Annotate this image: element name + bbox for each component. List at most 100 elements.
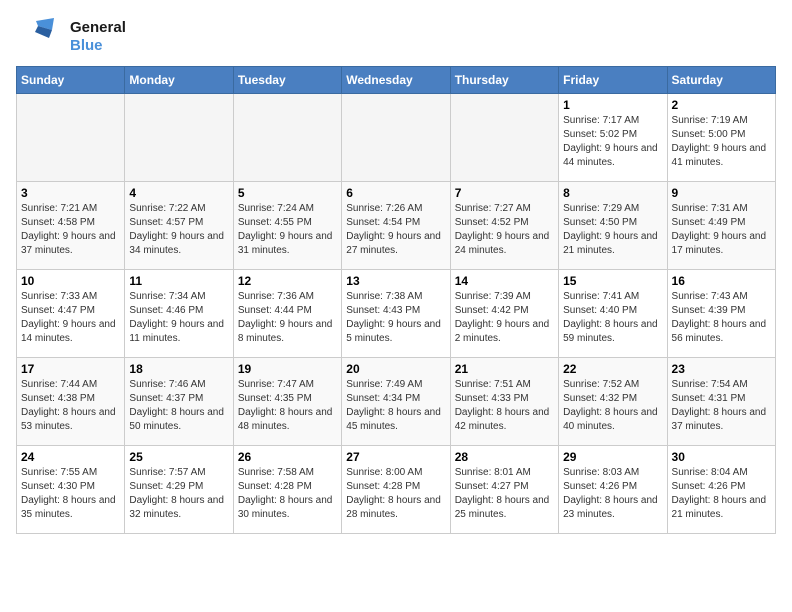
day-info: Sunrise: 7:34 AM Sunset: 4:46 PM Dayligh… — [129, 290, 228, 346]
day-number: 4 — [129, 186, 228, 200]
day-info: Sunrise: 7:58 AM Sunset: 4:28 PM Dayligh… — [238, 466, 337, 522]
calendar-header-tuesday: Tuesday — [233, 67, 341, 94]
calendar-week-1: 1 Sunrise: 7:17 AM Sunset: 5:02 PM Daylig… — [17, 94, 776, 182]
calendar-cell — [125, 94, 233, 182]
calendar-cell: 25 Sunrise: 7:57 AM Sunset: 4:29 PM Dayli… — [125, 446, 233, 534]
day-info: Sunrise: 7:43 AM Sunset: 4:39 PM Dayligh… — [672, 290, 771, 346]
calendar-cell: 8Sunrise: 7:29 AM Sunset: 4:50 PM Daylig… — [559, 182, 667, 270]
day-info: Sunrise: 7:36 AM Sunset: 4:44 PM Dayligh… — [238, 290, 337, 346]
calendar-cell: 18 Sunrise: 7:46 AM Sunset: 4:37 PM Dayli… — [125, 358, 233, 446]
day-number: 16 — [672, 274, 771, 288]
calendar-header-thursday: Thursday — [450, 67, 558, 94]
calendar-week-2: 3 Sunrise: 7:21 AM Sunset: 4:58 PM Daylig… — [17, 182, 776, 270]
day-number: 9 — [672, 186, 771, 200]
day-number: 25 — [129, 450, 228, 464]
day-number: 15 — [563, 274, 662, 288]
day-info: Sunrise: 7:22 AM Sunset: 4:57 PM Dayligh… — [129, 202, 228, 258]
day-info: Sunrise: 7:21 AM Sunset: 4:58 PM Dayligh… — [21, 202, 120, 258]
day-info: Sunrise: 7:17 AM Sunset: 5:02 PM Dayligh… — [563, 114, 662, 170]
header: GeneralBlue — [16, 16, 776, 58]
day-number: 20 — [346, 362, 445, 376]
calendar-cell: 24 Sunrise: 7:55 AM Sunset: 4:30 PM Dayli… — [17, 446, 125, 534]
day-info: Sunrise: 8:01 AM Sunset: 4:27 PM Dayligh… — [455, 466, 554, 522]
logo: GeneralBlue — [16, 16, 126, 58]
day-info: Sunrise: 7:24 AM Sunset: 4:55 PM Dayligh… — [238, 202, 337, 258]
day-info: Sunrise: 7:54 AM Sunset: 4:31 PM Dayligh… — [672, 378, 771, 434]
day-number: 22 — [563, 362, 662, 376]
calendar-cell: 12 Sunrise: 7:36 AM Sunset: 4:44 PM Dayli… — [233, 270, 341, 358]
calendar-cell: 3 Sunrise: 7:21 AM Sunset: 4:58 PM Daylig… — [17, 182, 125, 270]
calendar-cell — [17, 94, 125, 182]
calendar-cell: 20 Sunrise: 7:49 AM Sunset: 4:34 PM Dayli… — [342, 358, 450, 446]
calendar-cell: 17 Sunrise: 7:44 AM Sunset: 4:38 PM Dayli… — [17, 358, 125, 446]
calendar-header-saturday: Saturday — [667, 67, 775, 94]
calendar-cell: 23Sunrise: 7:54 AM Sunset: 4:31 PM Dayli… — [667, 358, 775, 446]
calendar-header-row: SundayMondayTuesdayWednesdayThursdayFrid… — [17, 67, 776, 94]
day-number: 6 — [346, 186, 445, 200]
day-info: Sunrise: 8:04 AM Sunset: 4:26 PM Dayligh… — [672, 466, 771, 522]
calendar-cell: 13 Sunrise: 7:38 AM Sunset: 4:43 PM Dayli… — [342, 270, 450, 358]
day-number: 8 — [563, 186, 662, 200]
calendar-cell: 9Sunrise: 7:31 AM Sunset: 4:49 PM Daylig… — [667, 182, 775, 270]
calendar-cell: 22 Sunrise: 7:52 AM Sunset: 4:32 PM Dayli… — [559, 358, 667, 446]
day-number: 28 — [455, 450, 554, 464]
day-number: 17 — [21, 362, 120, 376]
calendar-week-4: 17 Sunrise: 7:44 AM Sunset: 4:38 PM Dayli… — [17, 358, 776, 446]
day-info: Sunrise: 7:46 AM Sunset: 4:37 PM Dayligh… — [129, 378, 228, 434]
day-number: 18 — [129, 362, 228, 376]
calendar-header-wednesday: Wednesday — [342, 67, 450, 94]
calendar-cell: 4 Sunrise: 7:22 AM Sunset: 4:57 PM Daylig… — [125, 182, 233, 270]
day-info: Sunrise: 8:03 AM Sunset: 4:26 PM Dayligh… — [563, 466, 662, 522]
calendar-week-3: 10 Sunrise: 7:33 AM Sunset: 4:47 PM Dayli… — [17, 270, 776, 358]
calendar-cell — [342, 94, 450, 182]
day-number: 1 — [563, 98, 662, 112]
calendar-cell: 30Sunrise: 8:04 AM Sunset: 4:26 PM Dayli… — [667, 446, 775, 534]
calendar-header-sunday: Sunday — [17, 67, 125, 94]
day-number: 26 — [238, 450, 337, 464]
calendar-cell: 19 Sunrise: 7:47 AM Sunset: 4:35 PM Dayli… — [233, 358, 341, 446]
day-info: Sunrise: 7:52 AM Sunset: 4:32 PM Dayligh… — [563, 378, 662, 434]
day-info: Sunrise: 7:41 AM Sunset: 4:40 PM Dayligh… — [563, 290, 662, 346]
calendar-cell: 2 Sunrise: 7:19 AM Sunset: 5:00 PM Daylig… — [667, 94, 775, 182]
day-number: 29 — [563, 450, 662, 464]
calendar-header-friday: Friday — [559, 67, 667, 94]
calendar-cell: 27 Sunrise: 8:00 AM Sunset: 4:28 PM Dayli… — [342, 446, 450, 534]
calendar-cell: 21Sunrise: 7:51 AM Sunset: 4:33 PM Dayli… — [450, 358, 558, 446]
calendar-cell: 15 Sunrise: 7:41 AM Sunset: 4:40 PM Dayli… — [559, 270, 667, 358]
day-number: 5 — [238, 186, 337, 200]
day-number: 3 — [21, 186, 120, 200]
day-number: 7 — [455, 186, 554, 200]
calendar-cell: 1 Sunrise: 7:17 AM Sunset: 5:02 PM Daylig… — [559, 94, 667, 182]
day-info: Sunrise: 7:44 AM Sunset: 4:38 PM Dayligh… — [21, 378, 120, 434]
day-number: 24 — [21, 450, 120, 464]
calendar-cell: 10 Sunrise: 7:33 AM Sunset: 4:47 PM Dayli… — [17, 270, 125, 358]
day-info: Sunrise: 8:00 AM Sunset: 4:28 PM Dayligh… — [346, 466, 445, 522]
day-number: 14 — [455, 274, 554, 288]
day-info: Sunrise: 7:38 AM Sunset: 4:43 PM Dayligh… — [346, 290, 445, 346]
calendar-cell — [233, 94, 341, 182]
day-info: Sunrise: 7:26 AM Sunset: 4:54 PM Dayligh… — [346, 202, 445, 258]
calendar: SundayMondayTuesdayWednesdayThursdayFrid… — [16, 66, 776, 534]
day-info: Sunrise: 7:39 AM Sunset: 4:42 PM Dayligh… — [455, 290, 554, 346]
logo-svg — [16, 16, 66, 58]
day-number: 12 — [238, 274, 337, 288]
day-info: Sunrise: 7:47 AM Sunset: 4:35 PM Dayligh… — [238, 378, 337, 434]
day-number: 19 — [238, 362, 337, 376]
logo-line2: Blue — [70, 37, 126, 55]
day-number: 2 — [672, 98, 771, 112]
calendar-cell: 16 Sunrise: 7:43 AM Sunset: 4:39 PM Dayli… — [667, 270, 775, 358]
day-number: 10 — [21, 274, 120, 288]
day-info: Sunrise: 7:19 AM Sunset: 5:00 PM Dayligh… — [672, 114, 771, 170]
calendar-cell — [450, 94, 558, 182]
day-number: 13 — [346, 274, 445, 288]
logo-line1: General — [70, 19, 126, 37]
day-info: Sunrise: 7:57 AM Sunset: 4:29 PM Dayligh… — [129, 466, 228, 522]
day-info: Sunrise: 7:55 AM Sunset: 4:30 PM Dayligh… — [21, 466, 120, 522]
calendar-cell: 11Sunrise: 7:34 AM Sunset: 4:46 PM Dayli… — [125, 270, 233, 358]
day-number: 27 — [346, 450, 445, 464]
day-info: Sunrise: 7:49 AM Sunset: 4:34 PM Dayligh… — [346, 378, 445, 434]
calendar-cell: 26 Sunrise: 7:58 AM Sunset: 4:28 PM Dayli… — [233, 446, 341, 534]
day-info: Sunrise: 7:51 AM Sunset: 4:33 PM Dayligh… — [455, 378, 554, 434]
day-info: Sunrise: 7:33 AM Sunset: 4:47 PM Dayligh… — [21, 290, 120, 346]
calendar-cell: 14 Sunrise: 7:39 AM Sunset: 4:42 PM Dayli… — [450, 270, 558, 358]
